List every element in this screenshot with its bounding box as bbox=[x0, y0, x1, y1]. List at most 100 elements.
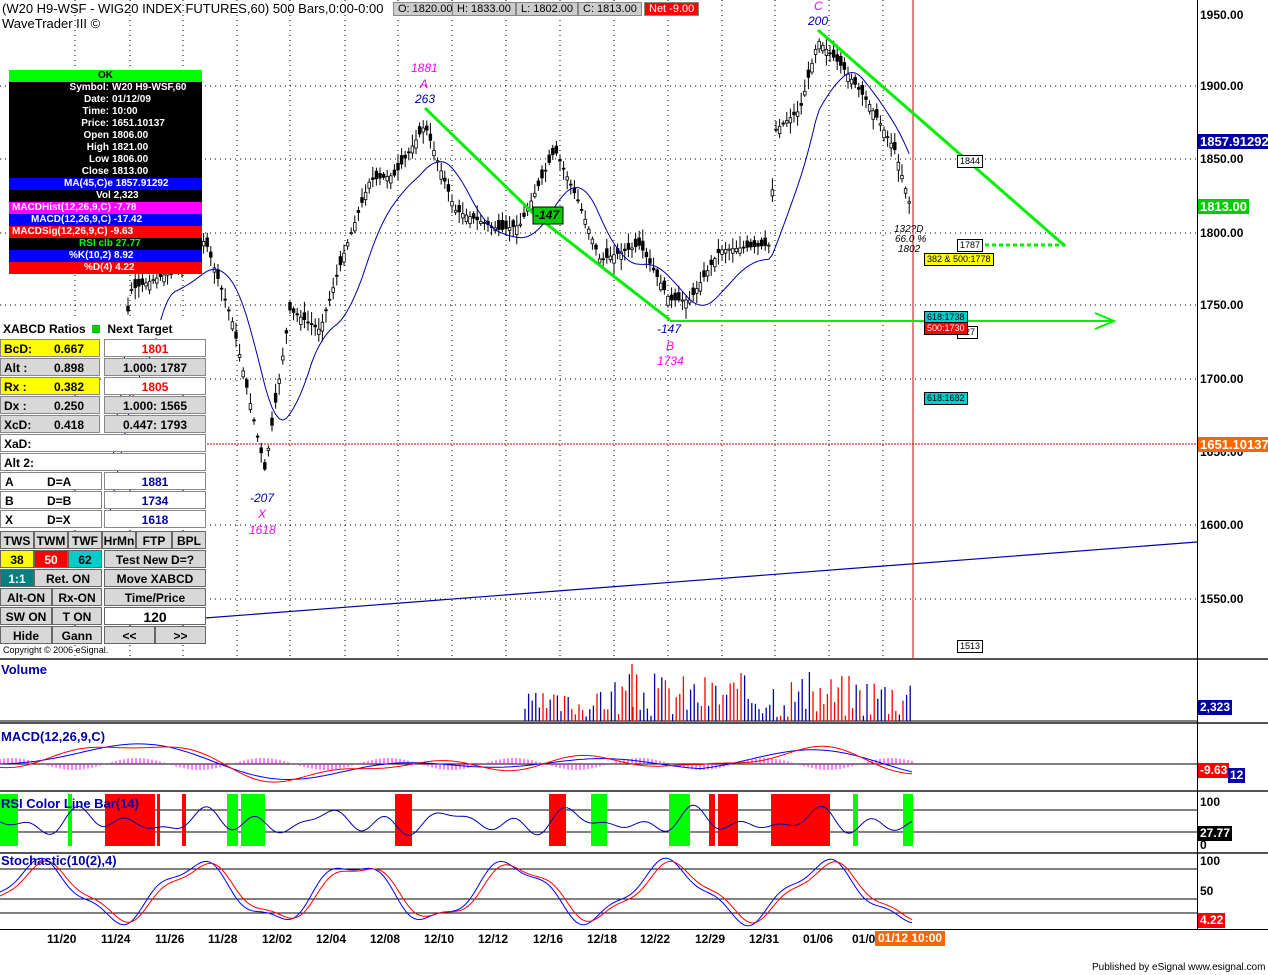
ret-on-button[interactable]: Ret. ON bbox=[34, 569, 102, 587]
candles bbox=[108, 38, 911, 504]
candle-body bbox=[684, 299, 688, 309]
fib-50-button[interactable]: 50 bbox=[34, 550, 68, 568]
tool-button-tws[interactable]: TWS bbox=[0, 531, 34, 549]
tool-button-bpl[interactable]: BPL bbox=[172, 531, 206, 549]
candle-body bbox=[860, 85, 865, 95]
candle-body bbox=[709, 259, 713, 266]
volume-chart[interactable] bbox=[0, 660, 1268, 722]
candle-body bbox=[500, 220, 505, 230]
candle-body bbox=[457, 205, 461, 213]
candle-body bbox=[273, 392, 278, 403]
candle-body bbox=[885, 136, 890, 139]
sw-on-button[interactable]: SW ON bbox=[0, 607, 52, 625]
hide-button[interactable]: Hide bbox=[0, 626, 52, 644]
info-macd: MACD(12,26,9,C) -17.42 bbox=[31, 214, 143, 225]
xad-label: XaD: bbox=[4, 437, 32, 451]
date-tick: 11/26 bbox=[155, 932, 185, 946]
candle-body bbox=[356, 210, 361, 213]
info-value: 10:00 bbox=[112, 106, 138, 117]
date-tick: 12/04 bbox=[316, 932, 347, 946]
ratio-button[interactable]: 1:1 bbox=[0, 569, 34, 587]
candle-body bbox=[637, 237, 641, 246]
rsi-green-bar bbox=[669, 794, 690, 846]
stoch-k-line bbox=[0, 857, 913, 927]
rsi-tick-100: 100 bbox=[1200, 795, 1221, 809]
xabcd-panel: XABCD Ratios Next Target BcD: 0.667 1801 Al… bbox=[0, 320, 206, 644]
candle-body bbox=[705, 270, 710, 277]
candle-body bbox=[605, 248, 609, 258]
candle-body bbox=[396, 162, 400, 171]
candle-body bbox=[662, 280, 667, 291]
t-on-button[interactable]: T ON bbox=[52, 607, 102, 625]
ratio-label: Alt : bbox=[4, 361, 28, 375]
move-xabcd-button[interactable]: Move XABCD bbox=[104, 569, 206, 587]
time-price-button[interactable]: Time/Price bbox=[104, 588, 206, 606]
macd-chart[interactable] bbox=[0, 724, 1268, 790]
gann-button[interactable]: Gann bbox=[52, 626, 102, 644]
candle-body bbox=[551, 147, 555, 156]
info-row: Price: 1651.10137 bbox=[9, 118, 202, 130]
next-target-value: 1.000: 1787 bbox=[104, 358, 206, 376]
candle-body bbox=[788, 117, 793, 124]
candle-body bbox=[716, 248, 721, 254]
tool-button-hrmn[interactable]: HrMn bbox=[102, 531, 136, 549]
stochastic-chart[interactable] bbox=[0, 854, 1268, 930]
info-value: 1813.00 bbox=[112, 166, 149, 177]
rsi-green-bar bbox=[853, 794, 858, 846]
candle-body bbox=[752, 240, 757, 247]
d-price-label: 1802 bbox=[898, 244, 921, 255]
test-new-d-button[interactable]: Test New D=? bbox=[104, 550, 206, 568]
candle-body bbox=[799, 103, 803, 106]
next-target-value: 1805 bbox=[104, 377, 206, 395]
eq-formula: D=B bbox=[47, 494, 72, 508]
info-row: Low 1806.00 bbox=[9, 154, 202, 166]
candle-body bbox=[745, 240, 749, 248]
tool-button-twm[interactable]: TWM bbox=[34, 531, 68, 549]
candle-body bbox=[392, 169, 397, 176]
prev-button[interactable]: << bbox=[104, 626, 155, 644]
alt-on-button[interactable]: Alt-ON bbox=[0, 588, 52, 606]
candle-body bbox=[309, 323, 314, 326]
info-value: 1651.10137 bbox=[112, 118, 165, 129]
candle-body bbox=[651, 267, 656, 271]
rsi-chart[interactable] bbox=[0, 792, 1268, 852]
candle-body bbox=[781, 122, 785, 125]
candle-body bbox=[471, 213, 476, 219]
info-rsi: RSI clb 27.77 bbox=[79, 238, 141, 249]
candle-body bbox=[497, 220, 501, 230]
candle-body bbox=[385, 176, 389, 182]
candle-body bbox=[255, 435, 260, 438]
candle-body bbox=[252, 419, 256, 422]
price-tick: 1550.00 bbox=[1200, 592, 1244, 606]
eq-point: A bbox=[5, 475, 14, 489]
candle-body bbox=[774, 128, 778, 131]
c-name-label: C bbox=[814, 0, 823, 13]
candle-body bbox=[907, 201, 911, 204]
candle-body bbox=[511, 220, 515, 228]
rx-on-button[interactable]: Rx-ON bbox=[52, 588, 102, 606]
ratio-label: BcD: bbox=[4, 342, 33, 356]
candle-body bbox=[813, 48, 818, 55]
candle-body bbox=[129, 288, 134, 291]
candle-body bbox=[857, 87, 861, 90]
candle-body bbox=[126, 305, 130, 312]
eq-row: A D=A bbox=[0, 472, 102, 490]
bars-count[interactable]: 120 bbox=[104, 607, 206, 625]
price-tick: 1900.00 bbox=[1200, 79, 1244, 93]
candle-body bbox=[439, 170, 443, 180]
ratio-label: Dx : bbox=[4, 399, 27, 413]
stoch-tick-100: 100 bbox=[1200, 854, 1221, 868]
candle-body bbox=[842, 62, 847, 70]
info-key: Close bbox=[81, 166, 109, 177]
chart-title: (W20 H9-WSF - WIG20 INDEX FUTURES,60) 50… bbox=[2, 1, 383, 31]
tool-button-ftp[interactable]: FTP bbox=[136, 531, 172, 549]
next-button[interactable]: >> bbox=[155, 626, 206, 644]
fib-38-button[interactable]: 38 bbox=[0, 550, 34, 568]
candle-body bbox=[713, 258, 717, 268]
candle-body bbox=[338, 256, 343, 266]
candle-body bbox=[655, 269, 659, 277]
tool-button-twf[interactable]: TWF bbox=[68, 531, 102, 549]
pattern-line-cd bbox=[817, 28, 1066, 248]
fib-62-button[interactable]: 62 bbox=[68, 550, 102, 568]
candle-body bbox=[291, 308, 296, 313]
